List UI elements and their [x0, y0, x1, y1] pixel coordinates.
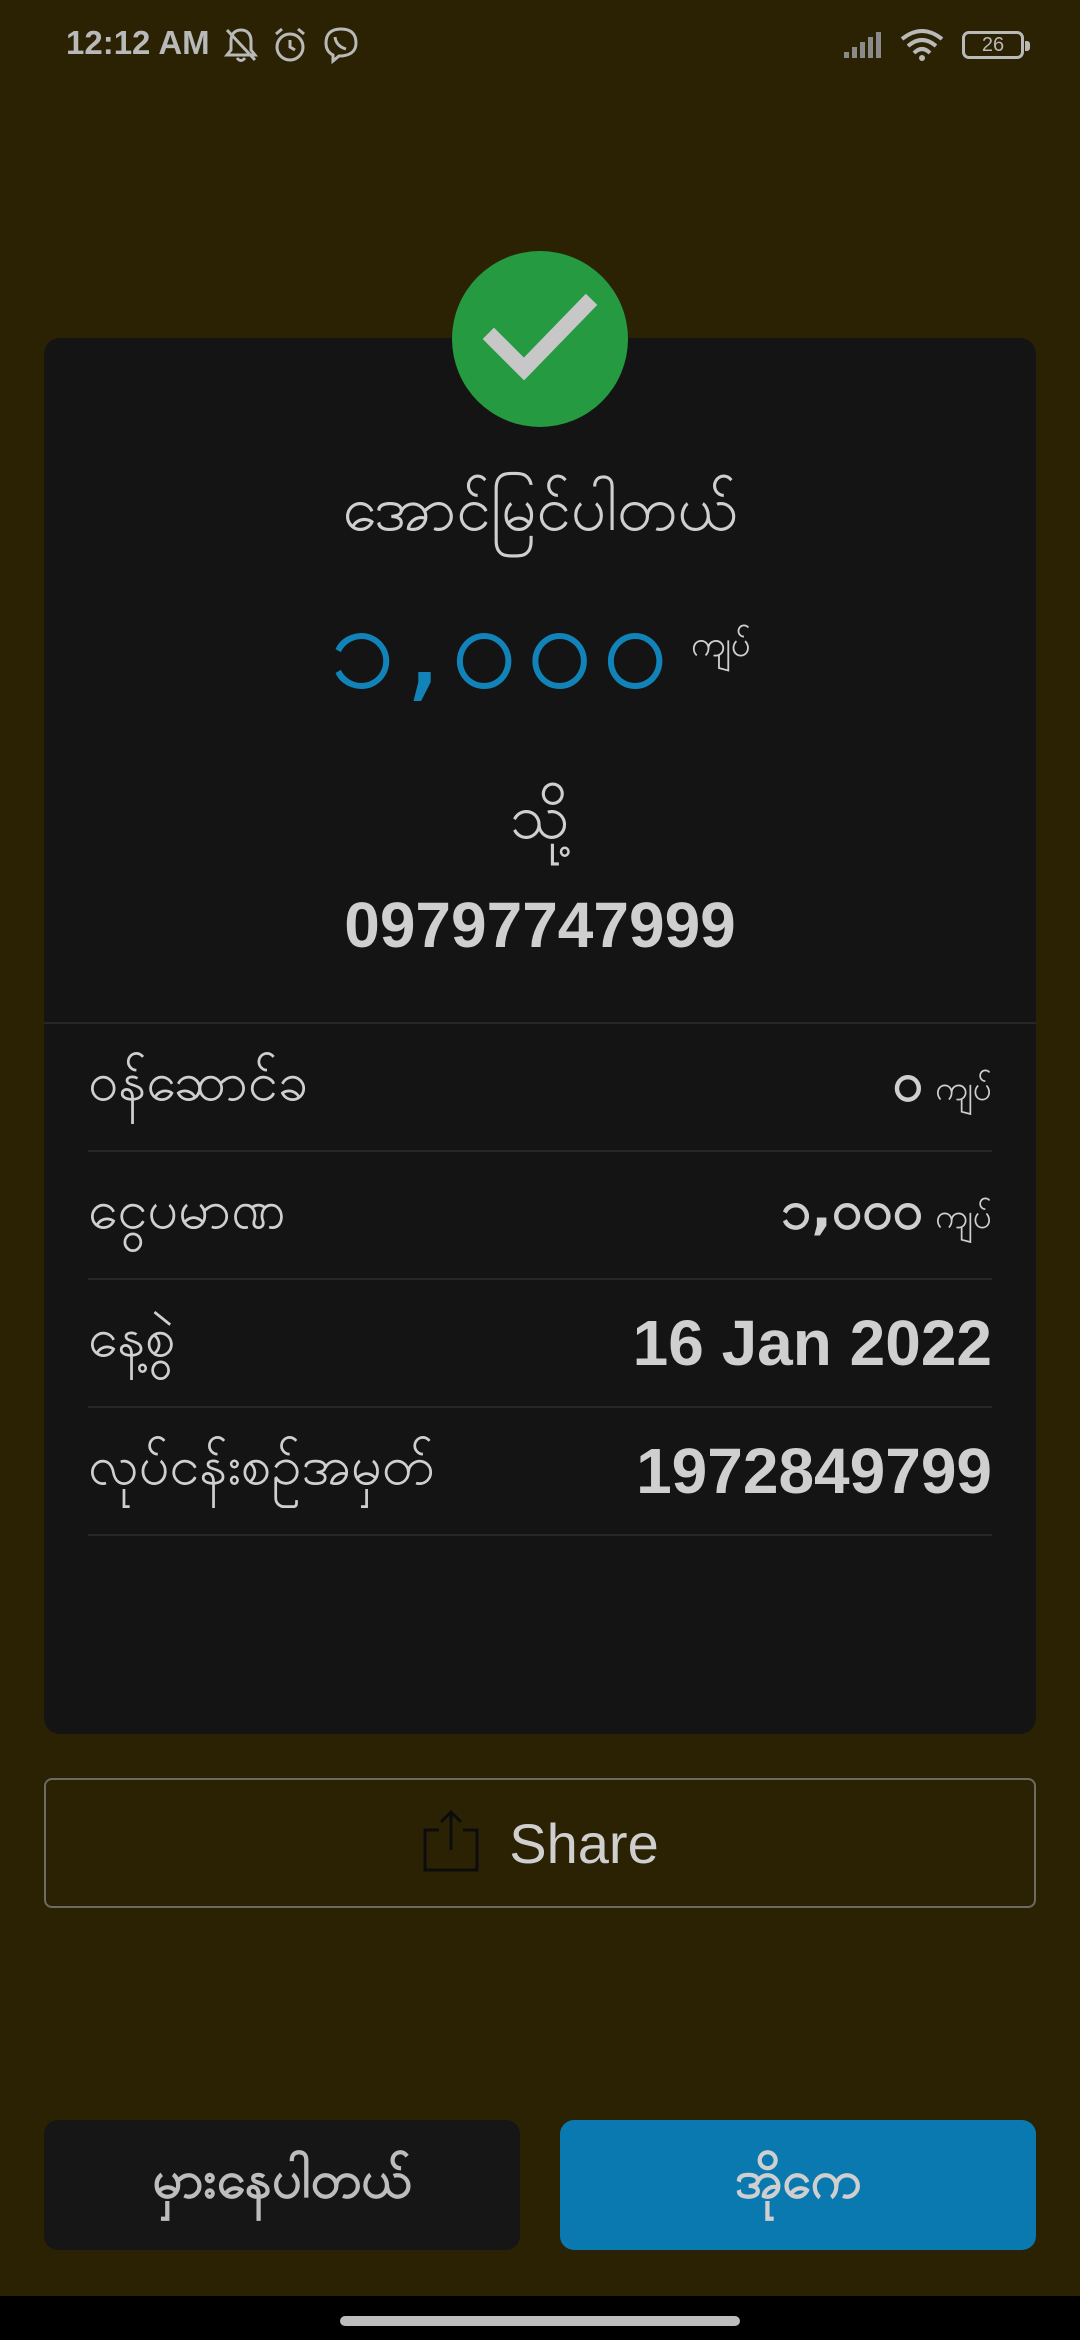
detail-list: ဝန်ဆောင်ခ ၀ ကျပ် ငွေပမာဏ ၁,၀၀၀ ကျပ် နေ့စ…	[88, 1024, 992, 1536]
checkmark-icon	[480, 287, 600, 391]
battery-icon: 26	[962, 31, 1030, 59]
ok-button[interactable]: အိုကေ	[560, 2120, 1036, 2250]
to-label: သို့	[510, 780, 570, 853]
share-button[interactable]: Share	[44, 1778, 1036, 1908]
detail-row-fee: ဝန်ဆောင်ခ ၀ ကျပ်	[88, 1024, 992, 1152]
amount-detail-unit: ကျပ်	[935, 1196, 992, 1237]
viber-icon	[322, 26, 360, 64]
detail-label: ငွေပမာဏ	[88, 1177, 286, 1241]
amount-unit: ကျပ်	[690, 624, 752, 665]
status-bar: 12:12 AM 26	[0, 0, 1080, 96]
detail-row-amount: ငွေပမာဏ ၁,၀၀၀ ကျပ်	[88, 1152, 992, 1280]
success-title: အောင်မြင်ပါတယ်	[342, 472, 738, 545]
amount-display: ၁,၀၀၀ ကျပ်	[44, 582, 1036, 712]
share-icon	[421, 1808, 481, 1878]
detail-label: လုပ်ငန်းစဉ်အမှတ်	[88, 1433, 435, 1497]
status-time: 12:12 AM	[66, 24, 210, 61]
share-label: Share	[509, 1811, 659, 1875]
detail-row-transaction-id: လုပ်ငန်းစဉ်အမှတ် 1972849799	[88, 1408, 992, 1536]
detail-row-date: နေ့စွဲ 16 Jan 2022	[88, 1280, 992, 1408]
amount-detail-value: ၁,၀၀၀	[781, 1177, 924, 1241]
detail-label: နေ့စွဲ	[88, 1305, 176, 1369]
fee-unit: ကျပ်	[935, 1068, 992, 1109]
detail-label: ဝန်ဆောင်ခ	[88, 1049, 309, 1113]
home-indicator[interactable]	[340, 2316, 740, 2326]
alarm-icon	[272, 26, 308, 64]
recipient-number: 09797747999	[344, 889, 736, 961]
report-error-button[interactable]: မှားနေပါတယ်	[44, 2120, 520, 2250]
wifi-icon	[900, 28, 944, 62]
detail-value: ၁,၀၀၀ ကျပ်	[781, 1176, 992, 1255]
notification-icons	[224, 26, 360, 64]
transaction-id-value: 1972849799	[636, 1435, 992, 1507]
fee-value: ၀	[892, 1049, 924, 1113]
battery-level: 26	[981, 33, 1005, 56]
success-badge	[452, 251, 628, 427]
system-icons: 26	[842, 28, 1030, 62]
date-value: 16 Jan 2022	[632, 1307, 992, 1379]
signal-icon	[842, 30, 882, 60]
amount-value: ၁,၀၀၀	[328, 577, 677, 716]
detail-value: ၀ ကျပ်	[893, 1048, 992, 1127]
bell-off-icon	[224, 26, 258, 64]
